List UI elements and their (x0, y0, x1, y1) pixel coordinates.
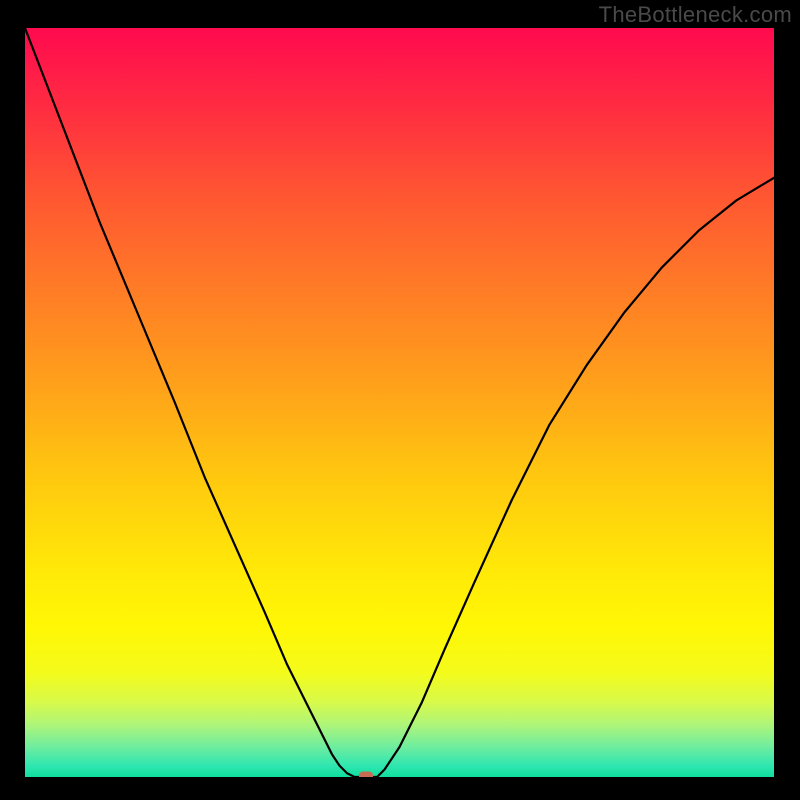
plot-area (25, 28, 774, 777)
bottleneck-curve (25, 28, 774, 777)
optimum-marker (359, 772, 373, 778)
plot-frame (0, 0, 800, 800)
curve-layer (25, 28, 774, 777)
chart-container: TheBottleneck.com (0, 0, 800, 800)
watermark-text: TheBottleneck.com (599, 2, 792, 28)
